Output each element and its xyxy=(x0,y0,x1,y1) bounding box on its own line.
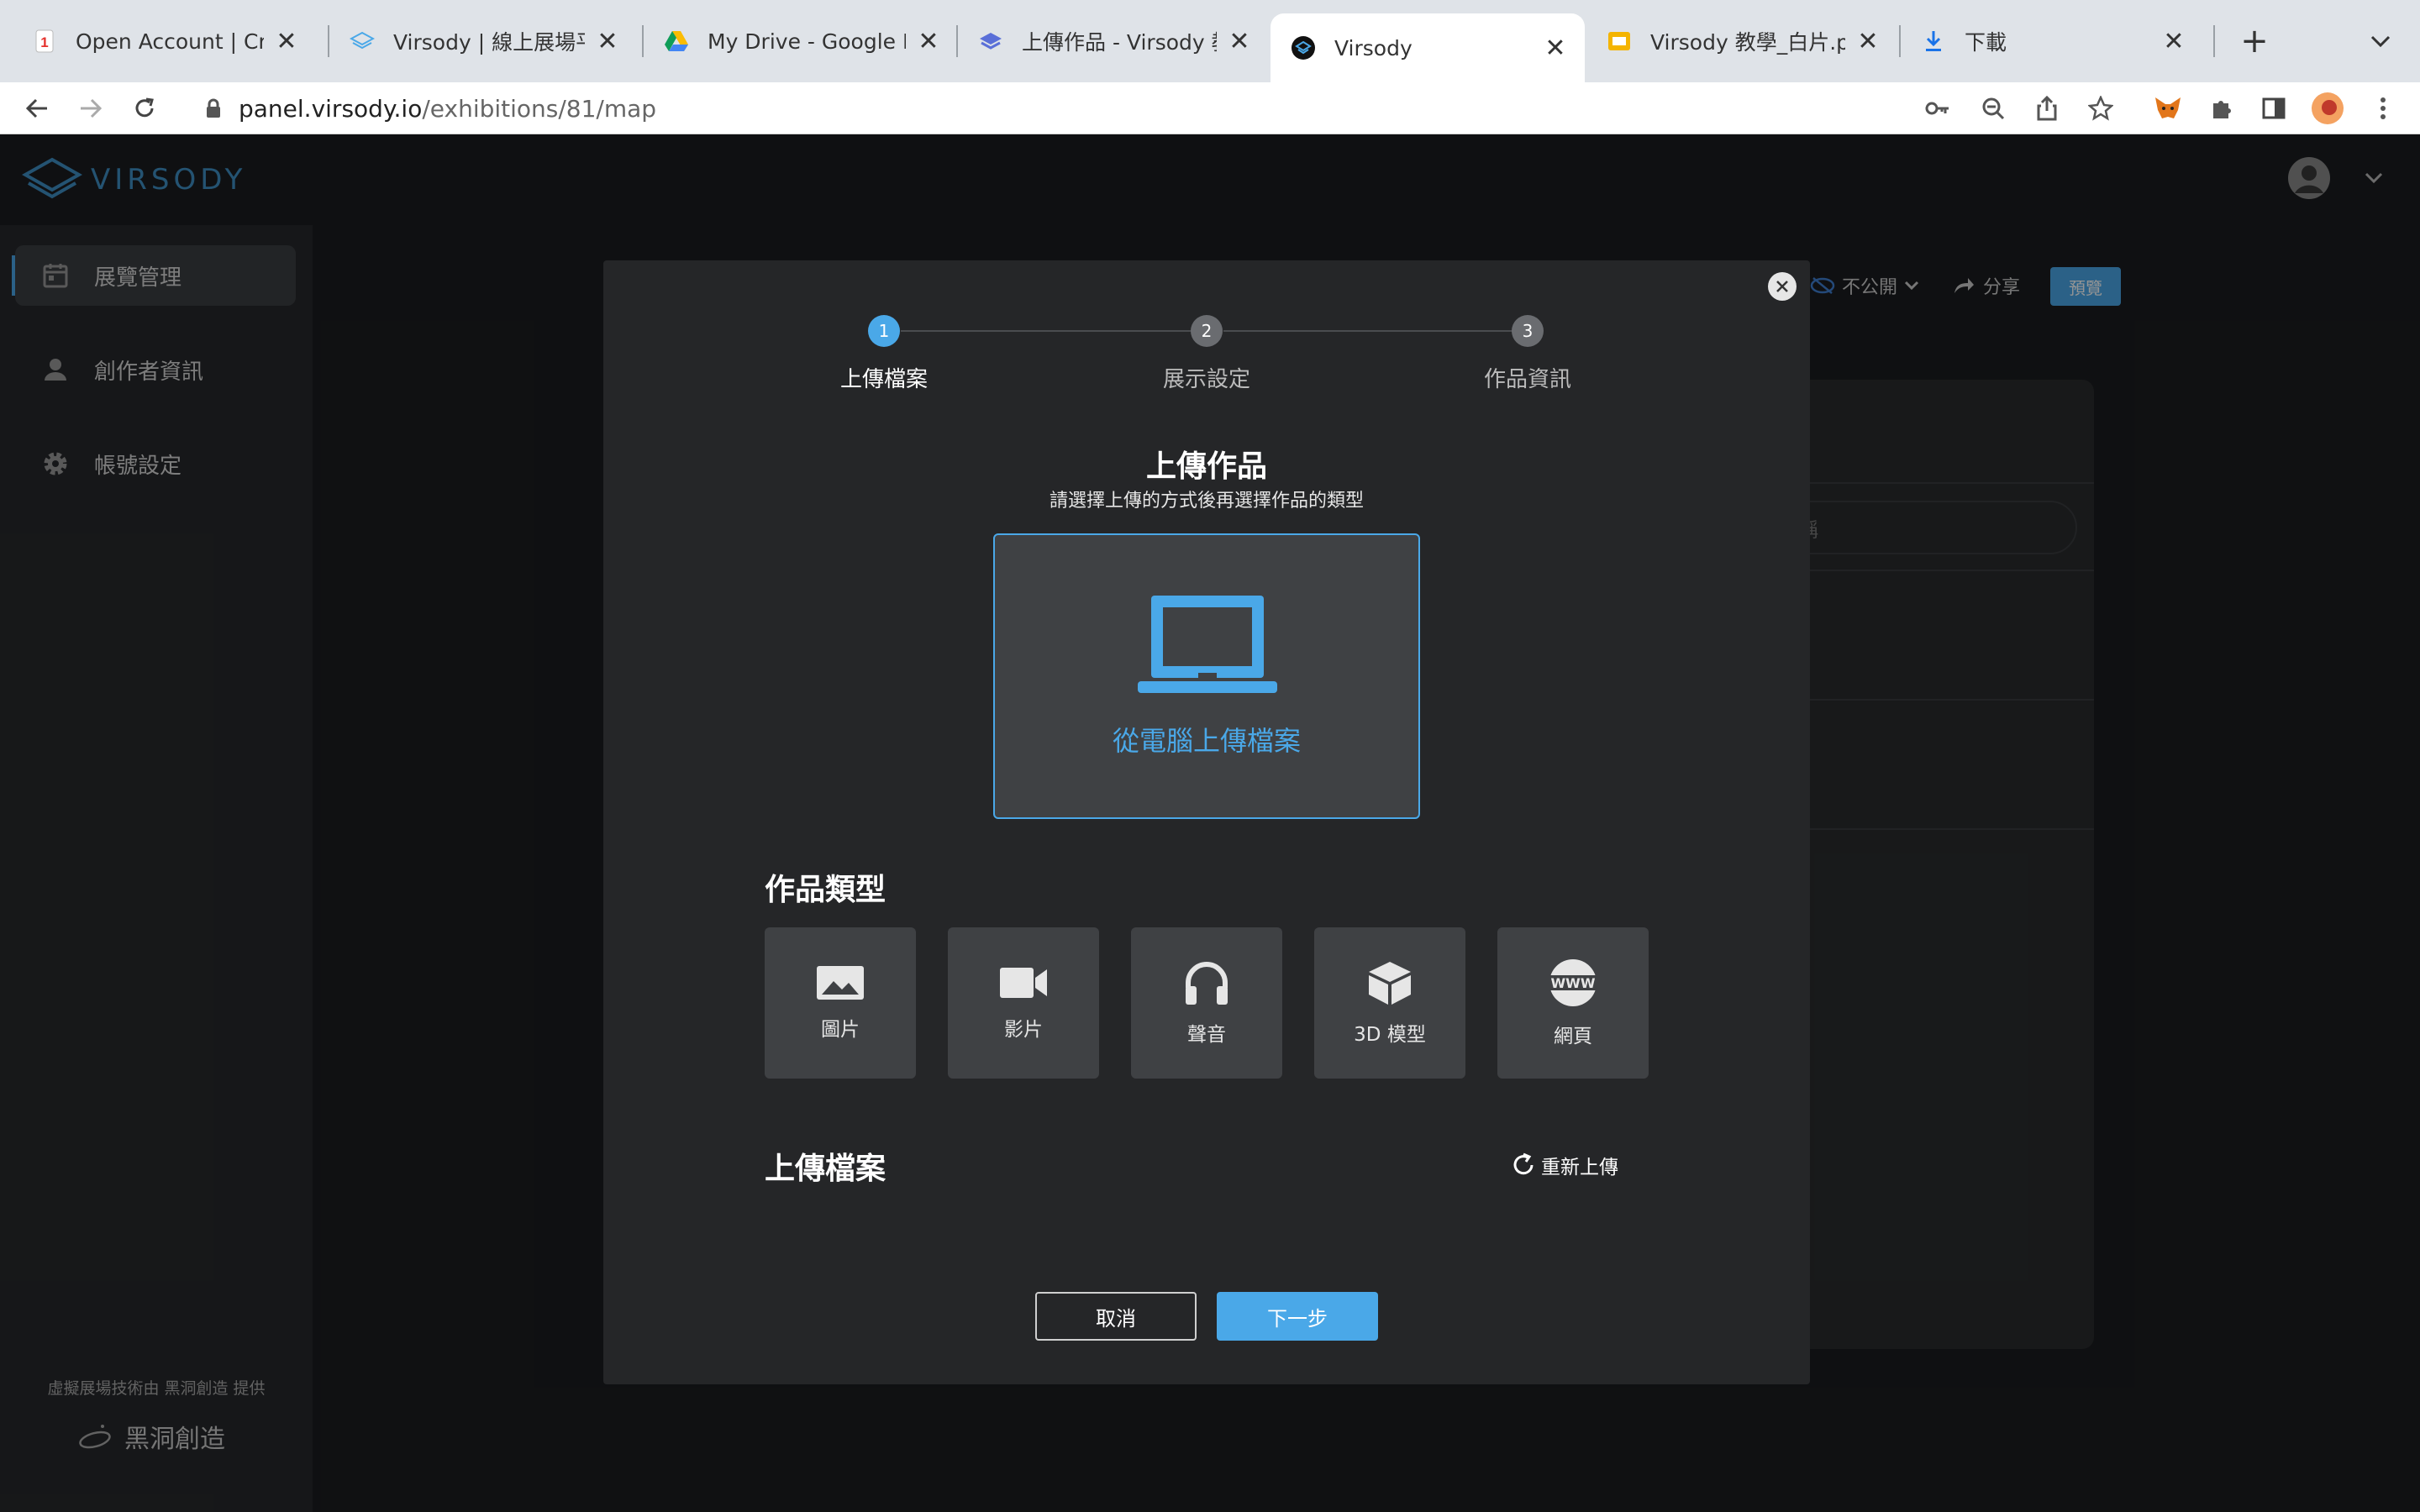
refresh-icon xyxy=(1513,1152,1534,1175)
side-panel-icon[interactable] xyxy=(2252,82,2296,134)
modal-title: 上傳作品 xyxy=(1145,449,1267,484)
type-label: 網頁 xyxy=(1554,1026,1592,1047)
zoom-out-icon[interactable] xyxy=(1971,82,2015,134)
virsody-icon xyxy=(978,29,1003,54)
google-sheets-icon: 1 xyxy=(32,29,57,54)
www-globe-icon: WWW xyxy=(1548,959,1598,1006)
back-arrow-icon[interactable] xyxy=(15,82,59,134)
svg-text:WWW: WWW xyxy=(1551,975,1596,991)
type-card-image[interactable]: 圖片 xyxy=(765,927,916,1079)
browser-tab-active[interactable]: Virsody ✕ xyxy=(1270,13,1585,82)
modal-subtitle: 請選擇上傳的方式後再選擇作品的類型 xyxy=(1049,491,1364,512)
reupload-label: 重新上傳 xyxy=(1541,1157,1618,1179)
browser-tab[interactable]: Virsody | 線上展場平台 ✕ xyxy=(329,13,637,69)
reload-icon[interactable] xyxy=(123,82,166,134)
close-tab-icon[interactable]: ✕ xyxy=(274,27,299,56)
svg-text:1: 1 xyxy=(40,34,48,50)
tab-title: Open Account | Create xyxy=(76,29,264,54)
bookmark-star-icon[interactable] xyxy=(2079,82,2123,134)
tab-title: Virsody xyxy=(1334,35,1413,60)
forward-arrow-icon[interactable] xyxy=(69,82,113,134)
reupload-button[interactable]: 重新上傳 xyxy=(1511,1151,1618,1179)
metamask-fox-icon[interactable] xyxy=(2146,82,2190,134)
browser-menu-icon[interactable] xyxy=(2361,82,2405,134)
step-display: 2 展示設定 xyxy=(1123,315,1291,393)
step-upload: 1 上傳檔案 xyxy=(800,315,968,393)
image-icon xyxy=(817,966,864,1000)
close-tab-icon[interactable]: ✕ xyxy=(1855,27,1881,56)
browser-tab[interactable]: 下載 ✕ xyxy=(1901,13,2203,69)
browser-tab[interactable]: Virsody 教學_白片.pptx ✕ xyxy=(1586,13,1897,69)
new-tab-button[interactable]: + xyxy=(2235,22,2274,60)
browser-tab[interactable]: 1 Open Account | Create ✕ xyxy=(12,13,316,69)
type-heading: 作品類型 xyxy=(765,873,886,907)
step-info: 3 作品資訊 xyxy=(1444,315,1612,393)
file-heading: 上傳檔案 xyxy=(765,1152,886,1186)
upload-option-label: 從電腦上傳檔案 xyxy=(1112,725,1301,757)
virsody-icon xyxy=(350,29,375,54)
headphones-icon xyxy=(1186,962,1228,1005)
close-tab-icon[interactable]: ✕ xyxy=(1543,34,1568,63)
type-label: 3D 模型 xyxy=(1354,1024,1426,1046)
tab-title: 上傳作品 - Virsody 教學 xyxy=(1022,30,1217,55)
type-card-audio[interactable]: 聲音 xyxy=(1131,927,1282,1079)
tab-search-chevron-icon[interactable] xyxy=(2361,22,2400,60)
type-label: 聲音 xyxy=(1187,1024,1226,1046)
close-tab-icon[interactable]: ✕ xyxy=(595,27,620,56)
tab-title: Virsody 教學_白片.pptx xyxy=(1650,30,1845,55)
cancel-button[interactable]: 取消 xyxy=(1035,1292,1197,1341)
tab-title: My Drive - Google Drive xyxy=(708,29,906,54)
key-icon[interactable] xyxy=(1916,82,1960,134)
close-modal-button[interactable] xyxy=(1768,272,1797,301)
browser-tab-bar: 1 Open Account | Create ✕ Virsody | 線上展場… xyxy=(0,0,2420,82)
close-tab-icon[interactable]: ✕ xyxy=(916,27,941,56)
google-slides-icon xyxy=(1607,29,1632,54)
lock-icon[interactable] xyxy=(192,82,235,134)
step-label: 展示設定 xyxy=(1162,367,1250,392)
close-tab-icon[interactable]: ✕ xyxy=(2161,27,2186,56)
url-path: /exhibitions/81/map xyxy=(422,94,657,123)
share-icon[interactable] xyxy=(2025,82,2069,134)
browser-tab[interactable]: 上傳作品 - Virsody 教學 ✕ xyxy=(958,13,1269,69)
video-camera-icon xyxy=(1000,968,1047,998)
type-card-web[interactable]: WWW 網頁 xyxy=(1497,927,1649,1079)
browser-tab[interactable]: My Drive - Google Drive ✕ xyxy=(644,13,958,69)
close-icon xyxy=(1776,281,1788,292)
tab-title: 下載 xyxy=(1965,30,2007,55)
cube-icon xyxy=(1369,962,1411,1005)
virsody-dark-icon xyxy=(1291,35,1316,60)
type-label: 影片 xyxy=(1004,1019,1043,1041)
step-label: 上傳檔案 xyxy=(839,367,928,392)
type-card-video[interactable]: 影片 xyxy=(948,927,1099,1079)
url-host: panel.virsody.io xyxy=(239,94,423,123)
tab-title: Virsody | 線上展場平台 xyxy=(393,30,585,55)
download-icon xyxy=(1921,29,1946,54)
profile-avatar-icon[interactable] xyxy=(2306,82,2349,134)
step-number: 2 xyxy=(1191,315,1223,347)
step-number: 3 xyxy=(1512,315,1544,347)
step-label: 作品資訊 xyxy=(1483,367,1571,392)
google-drive-icon xyxy=(664,29,689,54)
type-card-3d[interactable]: 3D 模型 xyxy=(1314,927,1465,1079)
upload-from-computer-card[interactable]: 從電腦上傳檔案 xyxy=(993,533,1420,819)
address-bar[interactable]: panel.virsody.io/exhibitions/81/map xyxy=(239,82,2188,134)
type-label: 圖片 xyxy=(821,1019,860,1041)
upload-modal: 1 上傳檔案 2 展示設定 3 作品資訊 上傳作品 請選擇上傳的方式後再選擇作品… xyxy=(603,260,1810,1384)
close-tab-icon[interactable]: ✕ xyxy=(1227,27,1252,56)
step-number: 1 xyxy=(868,315,900,347)
laptop-icon xyxy=(1138,596,1277,693)
next-button[interactable]: 下一步 xyxy=(1217,1292,1378,1341)
extensions-puzzle-icon[interactable] xyxy=(2200,82,2244,134)
